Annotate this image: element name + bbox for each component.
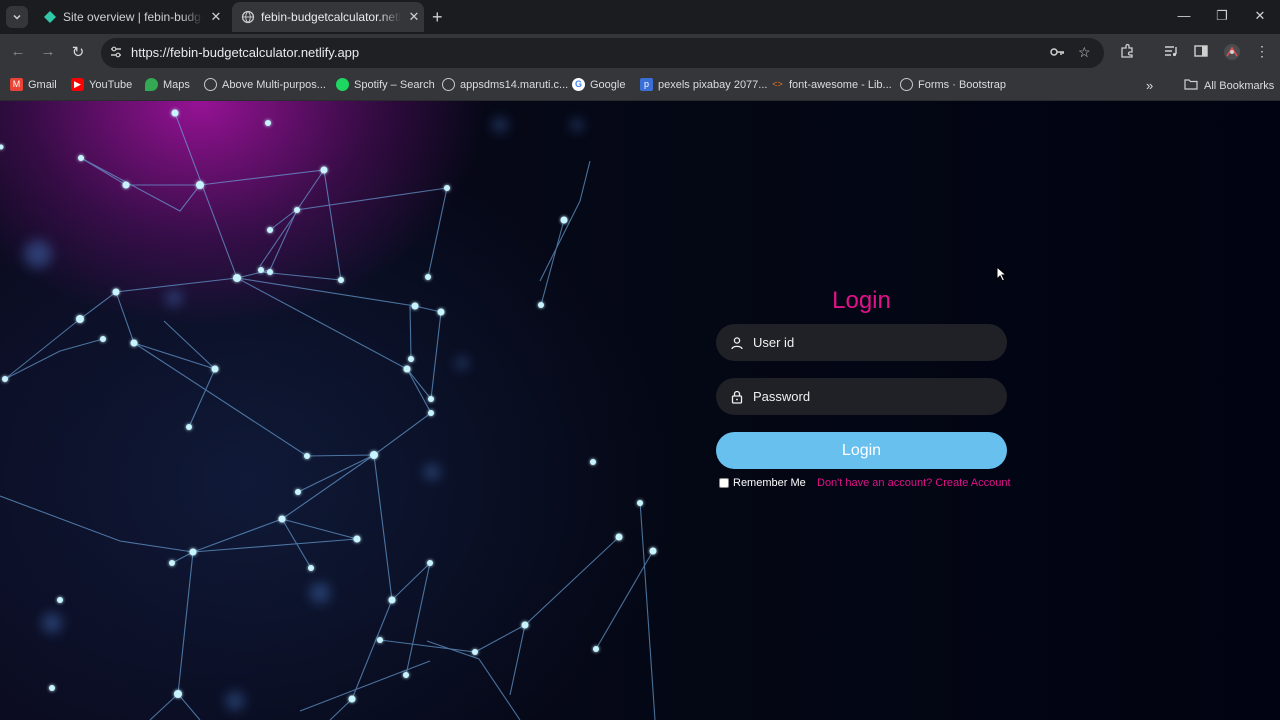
- url-text: https://febin-budgetcalculator.netlify.a…: [131, 45, 360, 60]
- password-placeholder: Password: [753, 389, 811, 404]
- side-panel-icon[interactable]: [1193, 43, 1209, 62]
- bookmark-label: Above Multi-purpos...: [222, 78, 326, 91]
- bookmark-maps[interactable]: Maps: [145, 78, 190, 91]
- lock-icon: [731, 390, 743, 404]
- user-id-placeholder: User id: [753, 335, 795, 350]
- all-bookmarks-label: All Bookmarks: [1204, 79, 1275, 92]
- remember-me-label: Remember Me: [733, 477, 806, 489]
- forward-button[interactable]: →: [38, 43, 58, 60]
- mouse-cursor-icon: [996, 266, 1008, 282]
- media-controls-icon[interactable]: [1163, 43, 1179, 62]
- folder-icon: [1184, 78, 1198, 93]
- tab-search-button[interactable]: [6, 6, 28, 28]
- globe-icon: [442, 78, 455, 91]
- bookmark-label: Forms · Bootstrap: [918, 78, 1007, 91]
- bookmark-star-icon[interactable]: ☆: [1078, 44, 1091, 61]
- more-bookmarks-chevron-icon[interactable]: »: [1146, 78, 1153, 93]
- globe-icon: [241, 10, 255, 24]
- new-tab-button[interactable]: +: [432, 7, 443, 28]
- tab-budget-calculator[interactable]: febin-budgetcalculator.netlify.app ✕: [232, 2, 424, 32]
- bookmark-label: pexels pixabay 2077...: [658, 78, 768, 91]
- bookmark-forms-bootstrap[interactable]: Forms · Bootstrap: [900, 78, 1006, 91]
- bookmark-label: Gmail: [28, 78, 57, 91]
- close-icon[interactable]: ✕: [209, 9, 223, 25]
- minimize-button[interactable]: —: [1174, 8, 1194, 23]
- login-button[interactable]: Login: [716, 432, 1007, 469]
- reload-button[interactable]: ↻: [68, 43, 88, 61]
- bookmark-spotify[interactable]: Spotify – Search: [336, 78, 435, 91]
- address-bar[interactable]: https://febin-budgetcalculator.netlify.a…: [101, 38, 1104, 68]
- gmail-icon: M: [10, 78, 23, 91]
- globe-icon: [204, 78, 217, 91]
- bookmarks-bar: M Gmail ▶ YouTube Maps Above Multi-purpo…: [0, 72, 1280, 101]
- back-button[interactable]: ←: [8, 43, 28, 60]
- bookmark-appsdms[interactable]: appsdms14.maruti.c...: [442, 78, 568, 91]
- password-input[interactable]: Password: [716, 378, 1007, 415]
- toolbar: ← → ↻ https://febin-budgetcalculator.net…: [0, 34, 1280, 72]
- bookmark-google[interactable]: G Google: [572, 78, 625, 91]
- window-close-button[interactable]: ✕: [1250, 8, 1270, 24]
- code-icon: <>: [772, 79, 783, 89]
- bookmark-above-multipurpose[interactable]: Above Multi-purpos...: [204, 78, 326, 91]
- tab-title: Site overview | febin-budgetcalc: [63, 10, 203, 24]
- all-bookmarks[interactable]: All Bookmarks: [1184, 78, 1274, 93]
- tab-site-overview[interactable]: Site overview | febin-budgetcalc ✕: [34, 2, 230, 32]
- pexels-icon: p: [640, 78, 653, 91]
- chevron-down-icon: [13, 14, 21, 20]
- extensions-icon[interactable]: [1119, 43, 1135, 62]
- tab-strip: Site overview | febin-budgetcalc ✕ febin…: [0, 0, 1280, 34]
- menu-dots-icon[interactable]: ⋮: [1255, 43, 1269, 60]
- close-icon[interactable]: ✕: [407, 9, 421, 25]
- create-account-link[interactable]: Don't have an account? Create Account: [817, 477, 1011, 489]
- remember-me-checkbox[interactable]: [719, 478, 729, 488]
- login-page: Login User id Password Login Remember Me…: [0, 101, 1280, 720]
- youtube-icon: ▶: [71, 78, 84, 91]
- user-icon: [731, 336, 743, 349]
- bookmark-label: Google: [590, 78, 626, 91]
- maps-icon: [145, 78, 158, 91]
- login-title: Login: [832, 287, 891, 314]
- bookmark-label: YouTube: [89, 78, 133, 91]
- bookmark-label: font-awesome - Lib...: [789, 78, 892, 91]
- password-key-icon[interactable]: [1049, 44, 1065, 63]
- bookmark-label: appsdms14.maruti.c...: [460, 78, 569, 91]
- user-id-input[interactable]: User id: [716, 324, 1007, 361]
- google-icon: G: [572, 78, 585, 91]
- bookmark-font-awesome[interactable]: <> font-awesome - Lib...: [771, 78, 892, 91]
- bookmark-label: Maps: [163, 78, 190, 91]
- spotify-icon: [336, 78, 349, 91]
- profile-avatar-icon[interactable]: [1223, 43, 1241, 64]
- browser-chrome: Site overview | febin-budgetcalc ✕ febin…: [0, 0, 1280, 101]
- restore-button[interactable]: ❐: [1212, 8, 1232, 24]
- bookmark-gmail[interactable]: M Gmail: [10, 78, 57, 91]
- tab-title: febin-budgetcalculator.netlify.app: [261, 10, 401, 24]
- remember-me[interactable]: Remember Me: [719, 477, 806, 489]
- site-info-icon[interactable]: [109, 45, 123, 62]
- bookmark-youtube[interactable]: ▶ YouTube: [71, 78, 132, 91]
- netlify-icon: [44, 11, 56, 23]
- bookmark-pexels[interactable]: p pexels pixabay 2077...: [640, 78, 767, 91]
- network-background-graphic: [0, 109, 657, 720]
- globe-icon: [900, 78, 913, 91]
- bookmark-label: Spotify – Search: [354, 78, 435, 91]
